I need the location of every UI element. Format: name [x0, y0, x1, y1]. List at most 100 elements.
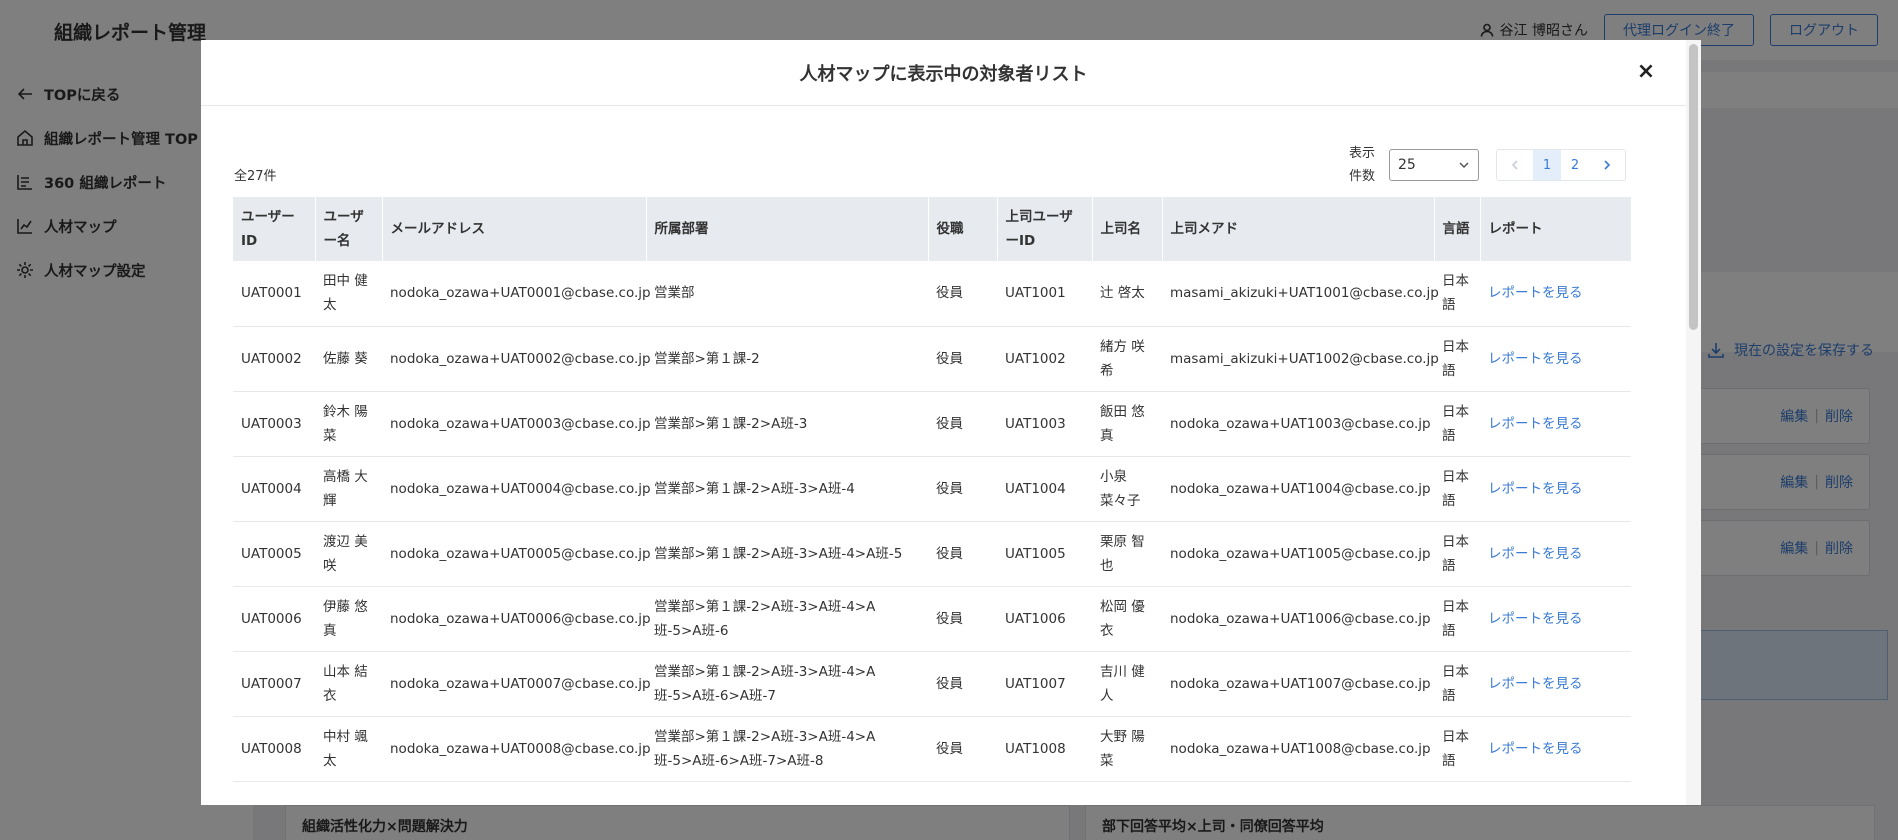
- cell-boss-email: masami_akizuki+UAT1002@cbase.co.jp: [1162, 326, 1439, 392]
- view-report-link[interactable]: レポートを見る: [1480, 456, 1631, 522]
- pagination-page-2[interactable]: 2: [1561, 150, 1589, 180]
- cell-boss-name: 栗原 智也: [1092, 521, 1162, 587]
- cell-language: 日本語: [1434, 261, 1480, 327]
- modal-title: 人材マップに表示中の対象者リスト: [799, 63, 1088, 85]
- cell-user-id: UAT0007: [233, 651, 315, 717]
- cell-boss-id: UAT1008: [997, 716, 1092, 782]
- cell-user-id: UAT0001: [233, 261, 315, 327]
- table-header-row: ユーザーID ユーザー名 メールアドレス 所属部署 役職 上司ユーザーID 上司…: [233, 197, 1632, 261]
- cell-role: 役員: [928, 586, 997, 652]
- table-row: UAT0001 田中 健太 nodoka_ozawa+UAT0001@cbase.c…: [233, 261, 1631, 327]
- view-report-link[interactable]: レポートを見る: [1480, 326, 1631, 392]
- column-header-report: レポート: [1480, 197, 1632, 261]
- cell-boss-email: nodoka_ozawa+UAT1008@cbase.co.jp: [1162, 716, 1434, 782]
- cell-role: 役員: [928, 456, 997, 522]
- view-report-link[interactable]: レポートを見る: [1480, 586, 1631, 652]
- cell-boss-name: 飯田 悠真: [1092, 391, 1162, 457]
- cell-boss-email: nodoka_ozawa+UAT1003@cbase.co.jp: [1162, 391, 1434, 457]
- cell-user-name: 田中 健太: [315, 261, 382, 327]
- chevron-down-icon: [1459, 162, 1469, 169]
- cell-boss-id: UAT1006: [997, 586, 1092, 652]
- scrollbar-thumb[interactable]: [1689, 44, 1698, 330]
- view-report-link[interactable]: レポートを見る: [1480, 391, 1631, 457]
- cell-email: nodoka_ozawa+UAT0005@cbase.co.jp: [382, 521, 651, 587]
- cell-user-id: UAT0008: [233, 716, 315, 782]
- pagination: 1 2: [1496, 149, 1626, 181]
- table-row: UAT0006 伊藤 悠真 nodoka_ozawa+UAT0006@cbase.c…: [233, 586, 1631, 652]
- table-row: UAT0003 鈴木 陽菜 nodoka_ozawa+UAT0003@cbase.c…: [233, 391, 1631, 457]
- perpage-select[interactable]: 25: [1389, 149, 1479, 181]
- cell-user-id: UAT0006: [233, 586, 315, 652]
- cell-language: 日本語: [1434, 326, 1480, 392]
- column-header-email: メールアドレス: [382, 197, 647, 261]
- cell-language: 日本語: [1434, 391, 1480, 457]
- cell-department: 営業部>第１課-2: [646, 326, 928, 392]
- view-report-link[interactable]: [1480, 781, 1631, 805]
- modal-scrollbar[interactable]: [1686, 40, 1701, 805]
- cell-email: nodoka_ozawa+UAT0003@cbase.co.jp: [382, 391, 651, 457]
- cell-boss-email: nodoka_ozawa+UAT1006@cbase.co.jp: [1162, 586, 1434, 652]
- total-count: 全27件: [234, 169, 277, 184]
- cell-boss-name: 大野 陽菜: [1092, 716, 1162, 782]
- cell-boss-name: [1092, 781, 1162, 805]
- cell-user-name: 小林 莉: [315, 781, 382, 805]
- cell-user-name: 鈴木 陽菜: [315, 391, 382, 457]
- target-table-grid: ユーザーID ユーザー名 メールアドレス 所属部署 役職 上司ユーザーID 上司…: [233, 197, 1632, 805]
- cell-role: 役員: [928, 521, 997, 587]
- cell-department: 営業部>第１課-2>A班-3>A班-4>A班-5: [646, 521, 928, 587]
- cell-boss-id: [997, 781, 1092, 805]
- column-header-boss-email: 上司メアド: [1162, 197, 1435, 261]
- table-row: UAT0008 中村 颯太 nodoka_ozawa+UAT0008@cbase.c…: [233, 716, 1631, 782]
- column-header-role: 役職: [928, 197, 998, 261]
- cell-department: 営業部>第１課-2>A班-3: [646, 391, 928, 457]
- cell-language: 日本語: [1434, 716, 1480, 782]
- cell-role: [928, 781, 997, 805]
- cell-role: 役員: [928, 651, 997, 717]
- chevron-left-icon: [1511, 160, 1518, 170]
- cell-boss-name: 緒方 咲希: [1092, 326, 1162, 392]
- column-header-user-name: ユーザー名: [315, 197, 383, 261]
- cell-boss-email: nodoka_ozawa+UAT1004@cbase.co.jp: [1162, 456, 1434, 522]
- column-header-language: 言語: [1434, 197, 1481, 261]
- chevron-right-icon: [1604, 160, 1611, 170]
- table-row: UAT0005 渡辺 美咲 nodoka_ozawa+UAT0005@cbase.c…: [233, 521, 1631, 587]
- cell-email: nodoka_ozawa+UAT0008@cbase.co.jp: [382, 716, 651, 782]
- cell-boss-id: UAT1002: [997, 326, 1092, 392]
- cell-boss-email: nodoka_ozawa+UAT1007@cbase.co.jp: [1162, 651, 1434, 717]
- cell-user-name: 中村 颯太: [315, 716, 382, 782]
- cell-boss-id: UAT1001: [997, 261, 1092, 327]
- pagination-next-button[interactable]: [1589, 150, 1625, 180]
- pagination-page-1[interactable]: 1: [1533, 150, 1561, 180]
- view-report-link[interactable]: レポートを見る: [1480, 521, 1631, 587]
- cell-email: nodoka_ozawa+UAT0007@cbase.co.jp: [382, 651, 651, 717]
- view-report-link[interactable]: レポートを見る: [1480, 651, 1631, 717]
- table-row: 小林 莉 営業部>第１課-2>A班-3>A班-4>A 日本: [233, 781, 1631, 805]
- close-icon[interactable]: ×: [1634, 61, 1658, 85]
- cell-role: 役員: [928, 261, 997, 327]
- cell-user-name: 山本 結衣: [315, 651, 382, 717]
- cell-boss-name: 吉川 健人: [1092, 651, 1162, 717]
- cell-boss-id: UAT1007: [997, 651, 1092, 717]
- cell-user-id: UAT0003: [233, 391, 315, 457]
- cell-language: 日本: [1434, 781, 1480, 805]
- table-body: UAT0001 田中 健太 nodoka_ozawa+UAT0001@cbase.c…: [233, 261, 1631, 805]
- cell-boss-email: nodoka_ozawa+UAT1005@cbase.co.jp: [1162, 521, 1434, 587]
- cell-email: nodoka_ozawa+UAT0004@cbase.co.jp: [382, 456, 651, 522]
- view-report-link[interactable]: レポートを見る: [1480, 261, 1631, 327]
- cell-department: 営業部: [646, 261, 928, 327]
- cell-user-id: [233, 781, 315, 805]
- cell-user-name: 渡辺 美咲: [315, 521, 382, 587]
- cell-email: nodoka_ozawa+UAT0001@cbase.co.jp: [382, 261, 651, 327]
- cell-language: 日本語: [1434, 586, 1480, 652]
- cell-boss-id: UAT1004: [997, 456, 1092, 522]
- cell-user-id: UAT0005: [233, 521, 315, 587]
- pagination-prev-button[interactable]: [1497, 150, 1533, 180]
- cell-email: nodoka_ozawa+UAT0002@cbase.co.jp: [382, 326, 651, 392]
- cell-role: 役員: [928, 716, 997, 782]
- cell-email: nodoka_ozawa+UAT0006@cbase.co.jp: [382, 586, 651, 652]
- cell-email: [382, 781, 646, 805]
- table-row: UAT0007 山本 結衣 nodoka_ozawa+UAT0007@cbase.c…: [233, 651, 1631, 717]
- target-table: ユーザーID ユーザー名 メールアドレス 所属部署 役職 上司ユーザーID 上司…: [233, 197, 1632, 805]
- view-report-link[interactable]: レポートを見る: [1480, 716, 1631, 782]
- cell-department: 営業部>第１課-2>A班-3>A班-4>A班-5>A班-6>A班-7>A班-8: [646, 716, 928, 782]
